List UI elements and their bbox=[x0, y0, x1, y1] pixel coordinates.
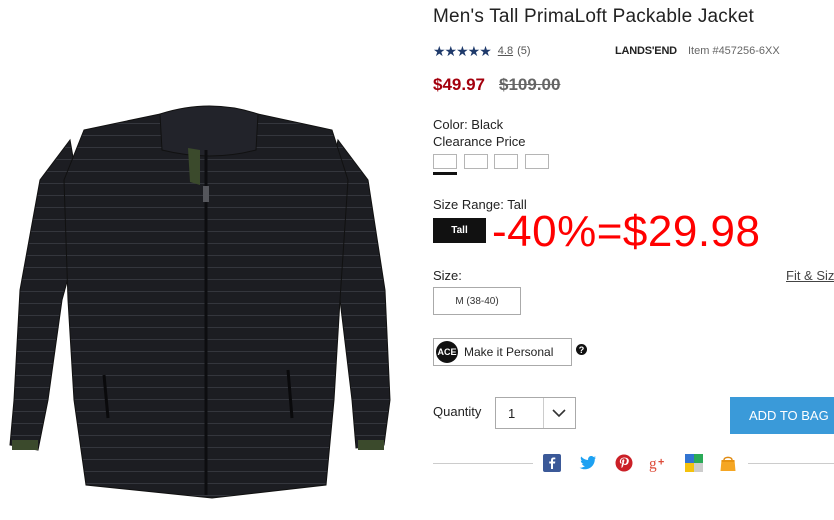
twitter-icon[interactable] bbox=[579, 454, 597, 472]
quantity-select[interactable]: 1 bbox=[495, 397, 576, 429]
quantity-label: Quantity bbox=[433, 404, 482, 419]
fit-size-link[interactable]: Fit & Siz bbox=[786, 268, 834, 283]
shopping-bag-icon[interactable] bbox=[719, 454, 737, 472]
add-to-bag-button[interactable]: ADD TO BAG bbox=[730, 397, 834, 434]
google-plus-icon[interactable]: g + bbox=[649, 454, 667, 472]
svg-text:+: + bbox=[658, 457, 664, 469]
delicious-icon[interactable] bbox=[685, 454, 703, 472]
rating-row: ★★★★★ 4.8 (5) bbox=[433, 42, 531, 60]
pinterest-icon[interactable] bbox=[615, 454, 633, 472]
rating-value-link[interactable]: 4.8 bbox=[498, 45, 513, 57]
color-swatch[interactable] bbox=[433, 154, 457, 169]
make-it-personal-label: Make it Personal bbox=[464, 345, 554, 359]
size-option-button[interactable]: M (38-40) bbox=[433, 287, 521, 315]
quantity-divider bbox=[543, 398, 544, 428]
chevron-down-icon bbox=[552, 409, 566, 418]
monogram-icon: ACE bbox=[436, 341, 458, 363]
review-count: (5) bbox=[517, 45, 531, 57]
item-number: Item #457256-6XX bbox=[688, 45, 780, 57]
size-range-tall-button[interactable]: Tall bbox=[433, 218, 486, 243]
product-title: Men's Tall PrimaLoft Packable Jacket bbox=[433, 6, 754, 27]
promo-annotation: -40%=$29.98 bbox=[492, 207, 761, 256]
size-label: Size: bbox=[433, 268, 462, 283]
help-icon[interactable]: ? bbox=[576, 344, 587, 355]
sale-price: $49.97 bbox=[433, 75, 485, 94]
brand-logo: LANDS'END bbox=[615, 45, 677, 57]
clearance-price-label: Clearance Price bbox=[433, 134, 526, 149]
rating-stars-icon: ★★★★★ bbox=[433, 42, 492, 59]
selected-swatch-indicator bbox=[433, 172, 457, 175]
color-swatch[interactable] bbox=[494, 154, 518, 169]
facebook-icon[interactable] bbox=[543, 454, 561, 472]
make-it-personal-button[interactable]: ACE Make it Personal bbox=[433, 338, 572, 366]
svg-text:g: g bbox=[649, 455, 657, 472]
color-swatch[interactable] bbox=[525, 154, 549, 169]
quantity-value: 1 bbox=[508, 406, 516, 421]
share-divider-right bbox=[748, 463, 834, 464]
share-divider-left bbox=[433, 463, 533, 464]
product-image bbox=[9, 105, 391, 499]
color-swatch[interactable] bbox=[464, 154, 488, 169]
color-label: Color: Black bbox=[433, 117, 504, 132]
original-price: $109.00 bbox=[499, 75, 561, 94]
